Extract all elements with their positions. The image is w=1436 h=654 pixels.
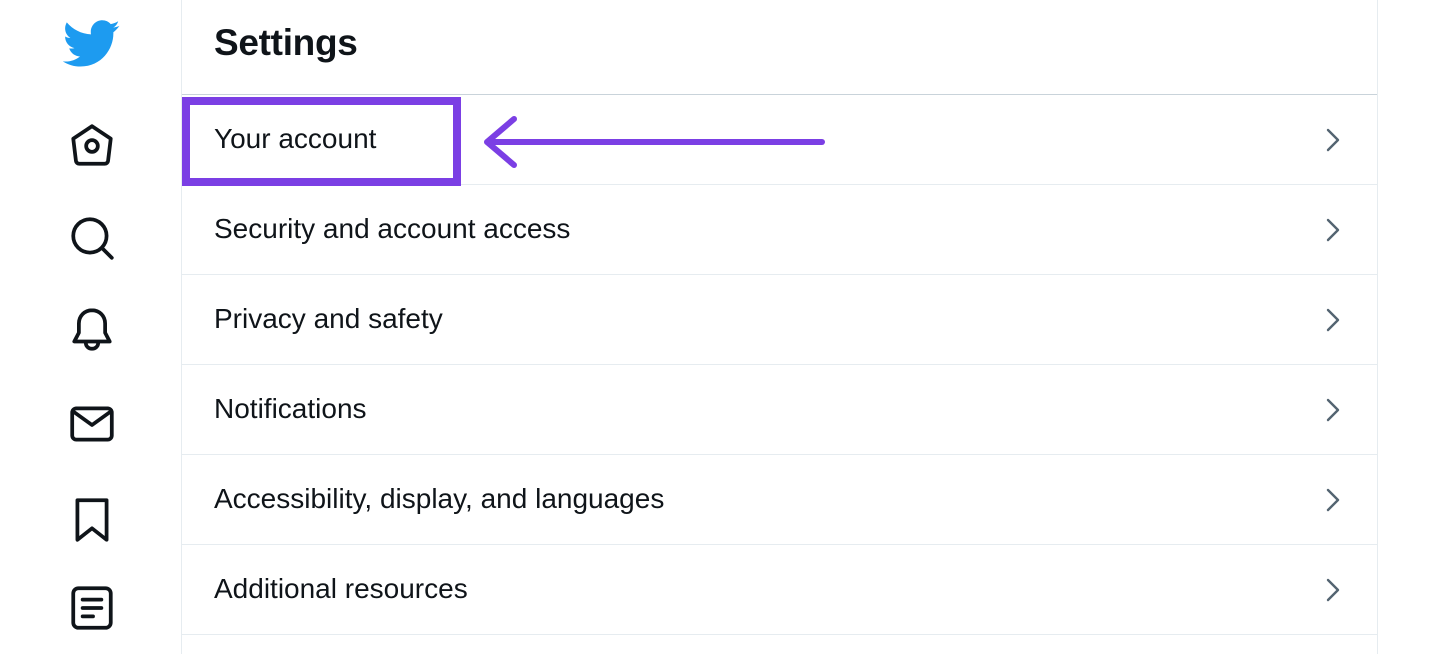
settings-item-label: Additional resources [214, 573, 468, 604]
page-title: Settings [214, 22, 358, 63]
settings-item-notifications[interactable]: Notifications [182, 365, 1377, 455]
settings-item-label: Your account [214, 123, 377, 154]
settings-item-accessibility[interactable]: Accessibility, display, and languages [182, 455, 1377, 545]
chevron-right-icon [1326, 398, 1340, 422]
home-icon[interactable] [62, 116, 122, 176]
nav-rail [0, 0, 181, 654]
settings-item-security[interactable]: Security and account access [182, 185, 1377, 275]
settings-item-label: Security and account access [214, 213, 571, 244]
list-icon[interactable] [62, 578, 122, 638]
bookmark-icon[interactable] [62, 490, 122, 550]
settings-item-your-account[interactable]: Your account [182, 95, 1377, 185]
chevron-right-icon [1326, 578, 1340, 602]
page: Settings Your account Security and accou… [0, 0, 1436, 654]
chevron-right-icon [1326, 308, 1340, 332]
settings-item-label: Privacy and safety [214, 303, 443, 334]
header: Settings [182, 0, 1377, 95]
settings-column: Settings Your account Security and accou… [181, 0, 1378, 654]
settings-list: Your account Security and account access… [182, 95, 1377, 635]
settings-item-label: Accessibility, display, and languages [214, 483, 665, 514]
chevron-right-icon [1326, 488, 1340, 512]
search-icon[interactable] [62, 208, 122, 268]
settings-item-privacy[interactable]: Privacy and safety [182, 275, 1377, 365]
settings-item-label: Notifications [214, 393, 367, 424]
chevron-right-icon [1326, 128, 1340, 152]
chevron-right-icon [1326, 218, 1340, 242]
twitter-bird-icon[interactable] [62, 14, 122, 74]
bell-icon[interactable] [62, 300, 122, 360]
settings-item-additional-resources[interactable]: Additional resources [182, 545, 1377, 635]
mail-icon[interactable] [62, 394, 122, 454]
